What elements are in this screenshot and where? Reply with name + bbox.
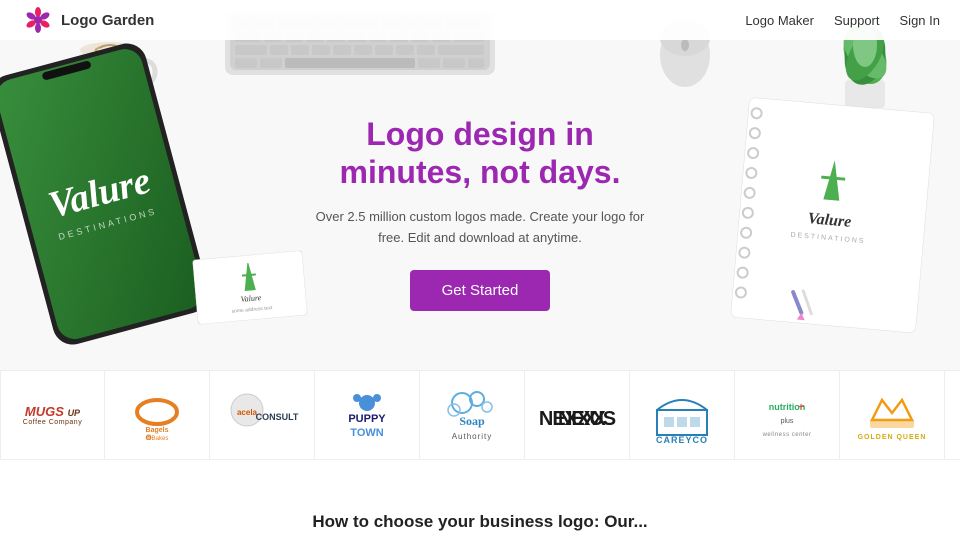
svg-text:NEXXUS: NEXXUS	[539, 408, 616, 430]
svg-text:PUPPY: PUPPY	[348, 413, 386, 425]
bottom-hint-text: How to choose your business logo: Our...	[312, 512, 647, 531]
header-nav: Logo Maker Support Sign In	[745, 13, 940, 28]
svg-text:CONSULT: CONSULT	[256, 412, 299, 422]
deco-phone: Valure DESTINATIONS	[0, 32, 224, 359]
logogarden-logo-icon	[20, 2, 56, 38]
list-item: Bagels 🅑Bakes	[105, 371, 210, 459]
svg-text:Authority: Authority	[452, 432, 493, 441]
bottom-hint: How to choose your business logo: Our...	[0, 512, 960, 532]
golden-queen-logo: GOLDEN QUEEN	[852, 385, 932, 445]
nav-sign-in[interactable]: Sign In	[900, 13, 940, 28]
svg-text:Soap: Soap	[459, 414, 485, 428]
nav-support[interactable]: Support	[834, 13, 880, 28]
svg-text:🅑Bakes: 🅑Bakes	[146, 434, 169, 440]
svg-text:TOWN: TOWN	[350, 427, 383, 439]
svg-text:GOLDEN QUEEN: GOLDEN QUEEN	[858, 434, 927, 441]
list-item: acela CONSULT	[210, 371, 315, 459]
svg-text:CAREYCO: CAREYCO	[656, 435, 708, 445]
soap-authority-logo: Soap Authority	[432, 385, 512, 445]
logo-text: Logo Garden	[61, 12, 154, 29]
hero-title: Logo design in minutes, not days.	[310, 115, 650, 192]
list-item: MUGS UP Coffee Company	[0, 371, 105, 459]
nav-logo-maker[interactable]: Logo Maker	[745, 13, 814, 28]
svg-text:plus: plus	[780, 418, 793, 425]
get-started-button[interactable]: Get Started	[410, 270, 551, 311]
mugs-up-logo: MUGS UP Coffee Company	[23, 404, 82, 426]
svg-text:wellness center: wellness center	[761, 432, 811, 438]
bagels-bakes-logo: Bagels 🅑Bakes	[122, 390, 192, 440]
svg-text:Valure: Valure	[240, 293, 262, 304]
hero-text-block: Logo design in minutes, not days. Over 2…	[310, 115, 650, 311]
svg-text:acela: acela	[237, 408, 258, 417]
logo-container[interactable]: Logo Garden	[20, 2, 154, 38]
careyco-logo: CAREYCO	[642, 385, 722, 445]
svg-text:+: +	[798, 402, 804, 413]
logo-strip: MUGS UP Coffee Company Bagels 🅑Bakes	[0, 370, 960, 460]
list-item: NEX X NEXXUS	[525, 371, 630, 459]
puppy-town-logo: PUPPY TOWN	[327, 388, 407, 443]
nexxus-logo: NEX X NEXXUS	[537, 395, 617, 435]
header: Logo Garden Logo Maker Support Sign In	[0, 0, 960, 40]
list-item: SPARTAN	[945, 371, 960, 459]
list-item: nutrition + plus wellness center	[735, 371, 840, 459]
hero-subtitle: Over 2.5 million custom logos made. Crea…	[310, 207, 650, 249]
acela-consult-logo: acela CONSULT	[222, 388, 302, 443]
list-item: PUPPY TOWN	[315, 371, 420, 459]
list-item: GOLDEN QUEEN	[840, 371, 945, 459]
nutrition-plus-logo: nutrition + plus wellness center	[745, 388, 830, 443]
hero-section: Valure DESTINATIONS Valure some address …	[0, 0, 960, 370]
logo-strip-inner: MUGS UP Coffee Company Bagels 🅑Bakes	[0, 371, 960, 459]
deco-notebook: Valure DESTINATIONS	[720, 92, 939, 339]
list-item: Soap Authority	[420, 371, 525, 459]
list-item: CAREYCO	[630, 371, 735, 459]
svg-text:Bagels: Bagels	[146, 427, 169, 434]
deco-business-card: Valure some address text	[192, 250, 307, 324]
